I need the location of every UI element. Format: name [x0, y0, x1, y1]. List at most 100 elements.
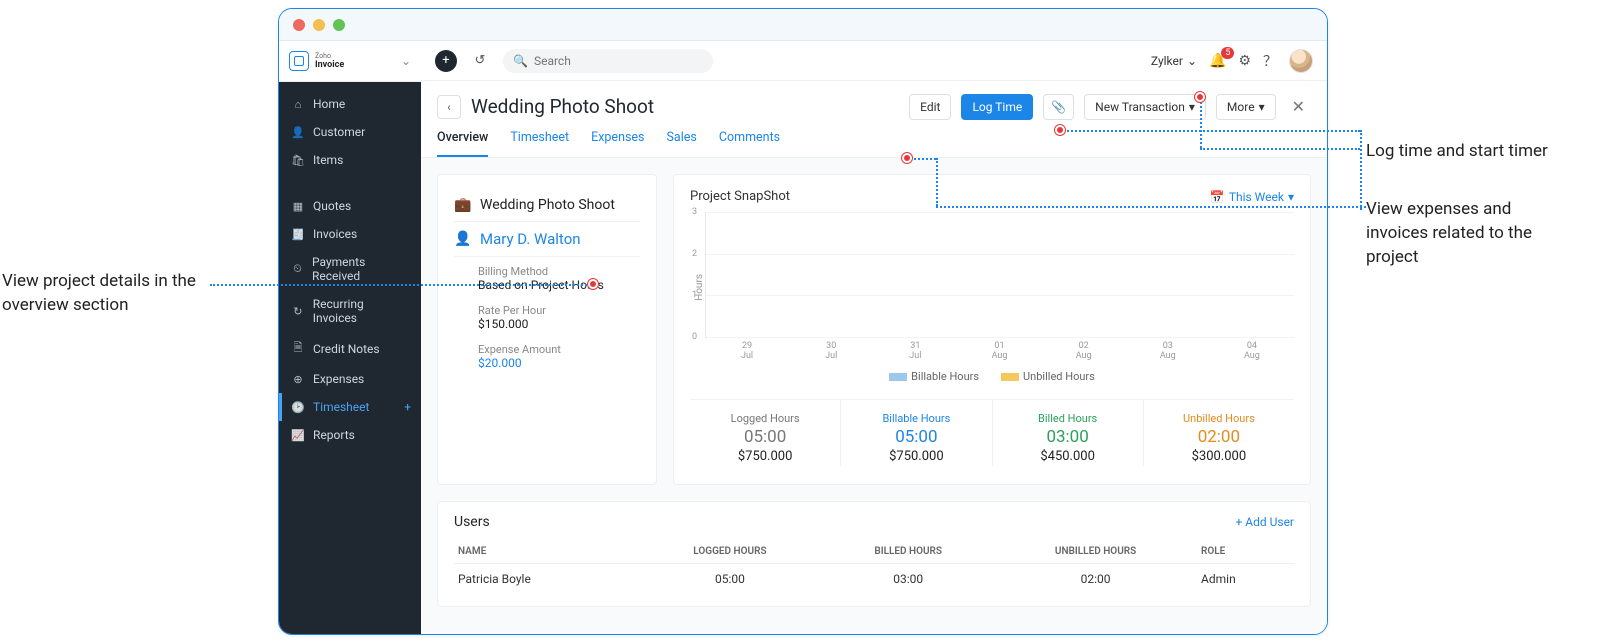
metric-billable-hours: Billable Hours05:00$750.000 [841, 400, 992, 466]
users-title: Users [454, 514, 490, 530]
add-user-button[interactable]: + Add User [1235, 515, 1294, 529]
quick-add-button[interactable]: + [435, 50, 457, 72]
briefcase-icon: 💼 [454, 197, 470, 213]
tab-comments[interactable]: Comments [719, 130, 780, 157]
brand-logo[interactable]: ZohoInvoice ⌄ [279, 41, 421, 82]
nav-icon: 🗎 [291, 339, 305, 358]
window-max-dot[interactable] [333, 19, 345, 31]
nav-icon: 👤 [291, 126, 305, 139]
cell-logged: 05:00 [638, 564, 823, 595]
project-name: Wedding Photo Shoot [480, 197, 615, 213]
project-customer[interactable]: Mary D. Walton [480, 230, 581, 248]
sidebar-item-customer[interactable]: 👤Customer [279, 118, 421, 146]
snapshot-card: Project SnapShot 📅This Week▾ Hours 0123 … [673, 174, 1311, 485]
more-button[interactable]: More ▾ [1216, 94, 1276, 120]
org-selector[interactable]: Zylker ⌄ [1151, 54, 1197, 68]
nav-icon: ↻ [291, 305, 305, 318]
add-icon[interactable]: + [404, 400, 411, 414]
tab-expenses[interactable]: Expenses [591, 130, 644, 157]
recent-button[interactable]: ↺ [469, 50, 491, 72]
users-col-header: ROLE [1197, 540, 1294, 564]
more-label: More [1227, 100, 1255, 114]
tab-overview[interactable]: Overview [437, 130, 488, 157]
legend-unbilled: Unbilled Hours [1023, 370, 1095, 383]
chart-xlabel: 02Aug [1042, 342, 1126, 362]
log-time-button[interactable]: Log Time [961, 94, 1033, 120]
metric-amount: $450.000 [997, 449, 1139, 464]
chevron-down-icon: ▾ [1259, 100, 1265, 114]
page-title: Wedding Photo Shoot [471, 95, 654, 118]
field-label: Billing Method [478, 265, 640, 278]
nav-icon: 🧾 [291, 228, 305, 241]
tab-timesheet[interactable]: Timesheet [510, 130, 569, 157]
sidebar-item-timesheet[interactable]: 🕑Timesheet+ [279, 393, 421, 421]
chart-xlabel: 01Aug [957, 342, 1041, 362]
close-panel-button[interactable]: ✕ [1286, 93, 1311, 120]
table-row[interactable]: Patricia Boyle05:0003:0002:00Admin [454, 564, 1294, 595]
metric-unbilled-hours: Unbilled Hours 02:00 $300.000 [1144, 400, 1294, 466]
cell-role: Admin [1197, 564, 1294, 595]
metric-label: Billed Hours [997, 412, 1139, 425]
nav-label: Reports [313, 428, 355, 442]
tab-sales[interactable]: Sales [667, 130, 697, 157]
chevron-down-icon: ⌄ [1187, 54, 1197, 68]
chart-xlabel: 29Jul [705, 342, 789, 362]
nav-icon: ⌂ [291, 98, 305, 111]
field-label: Expense Amount [478, 343, 640, 356]
search-wrap[interactable]: 🔍 [503, 49, 713, 73]
metric-value: 02:00 [1148, 427, 1290, 447]
date-range-label: This Week [1229, 190, 1284, 204]
back-button[interactable]: ‹ [437, 95, 461, 119]
sidebar-item-invoices[interactable]: 🧾Invoices [279, 220, 421, 248]
nav-icon: ▦ [291, 200, 305, 213]
avatar[interactable] [1289, 49, 1313, 73]
brand-icon [289, 51, 309, 71]
nav-icon: ⊕ [291, 373, 305, 386]
chart-xlabel: 03Aug [1126, 342, 1210, 362]
new-transaction-button[interactable]: New Transaction ▾ [1084, 94, 1206, 120]
app-window: ZohoInvoice ⌄ ⌂Home👤Customer🛍Items ▦ Quot… [278, 8, 1328, 635]
legend-swatch-yellow [1001, 373, 1019, 381]
nav-label: Quotes [313, 199, 351, 213]
annotation-right-2: View expenses and invoices related to th… [1366, 198, 1566, 269]
metric-amount: $300.000 [1148, 449, 1290, 464]
notifications-button[interactable]: 🔔5 [1209, 53, 1226, 69]
calendar-icon: 📅 [1210, 190, 1225, 204]
date-range-button[interactable]: 📅 This Week ▾ [1210, 190, 1294, 204]
sidebar-item-recurring-invoices[interactable]: ↻Recurring Invoices [279, 290, 421, 332]
brand-bottom: Invoice [315, 60, 344, 70]
settings-button[interactable]: ⚙ [1238, 53, 1251, 69]
page-header: ‹ Wedding Photo Shoot Edit Log Time 📎 Ne… [421, 81, 1327, 120]
sidebar-item-home[interactable]: ⌂Home [279, 90, 421, 118]
attach-button[interactable]: 📎 [1043, 94, 1074, 120]
brand-chevron-icon[interactable]: ⌄ [401, 54, 411, 68]
chart-xlabel: 04Aug [1210, 342, 1294, 362]
person-icon: 👤 [454, 231, 470, 247]
sidebar-item-items[interactable]: 🛍Items [279, 146, 421, 174]
chevron-down-icon: ▾ [1288, 190, 1294, 204]
users-col-header: UNBILLED HOURS [994, 540, 1197, 564]
sidebar-item-quotes[interactable]: ▦ Quotes [279, 192, 421, 220]
metric-value: 05:00 [694, 427, 836, 447]
search-input[interactable] [534, 54, 703, 68]
help-button[interactable]: ？ [1263, 51, 1277, 71]
window-close-dot[interactable] [293, 19, 305, 31]
metric-label: Unbilled Hours [1148, 412, 1290, 425]
sidebar-item-reports[interactable]: 📈Reports [279, 421, 421, 449]
window-min-dot[interactable] [313, 19, 325, 31]
field-value[interactable]: $20.000 [478, 356, 640, 370]
chart-xaxis: 29Jul30Jul31Jul01Aug02Aug03Aug04Aug [705, 338, 1294, 362]
snapshot-title: Project SnapShot [690, 189, 790, 204]
users-col-header: BILLED HOURS [822, 540, 994, 564]
sidebar-item-credit-notes[interactable]: 🗎Credit Notes [279, 332, 421, 365]
edit-button[interactable]: Edit [909, 94, 951, 120]
users-col-header: LOGGED HOURS [638, 540, 823, 564]
metric-amount: $750.000 [845, 449, 987, 464]
sidebar-item-expenses[interactable]: ⊕ Expenses [279, 365, 421, 393]
nav-label: Expenses [313, 372, 364, 386]
project-info-card: 💼 Wedding Photo Shoot 👤 Mary D. Walton B… [437, 174, 657, 485]
brand-top: Zoho [315, 52, 331, 60]
search-icon: 🔍 [513, 54, 528, 68]
nav-label: Items [313, 153, 343, 167]
metric-billed-hours: Billed Hours03:00$450.000 [993, 400, 1144, 466]
